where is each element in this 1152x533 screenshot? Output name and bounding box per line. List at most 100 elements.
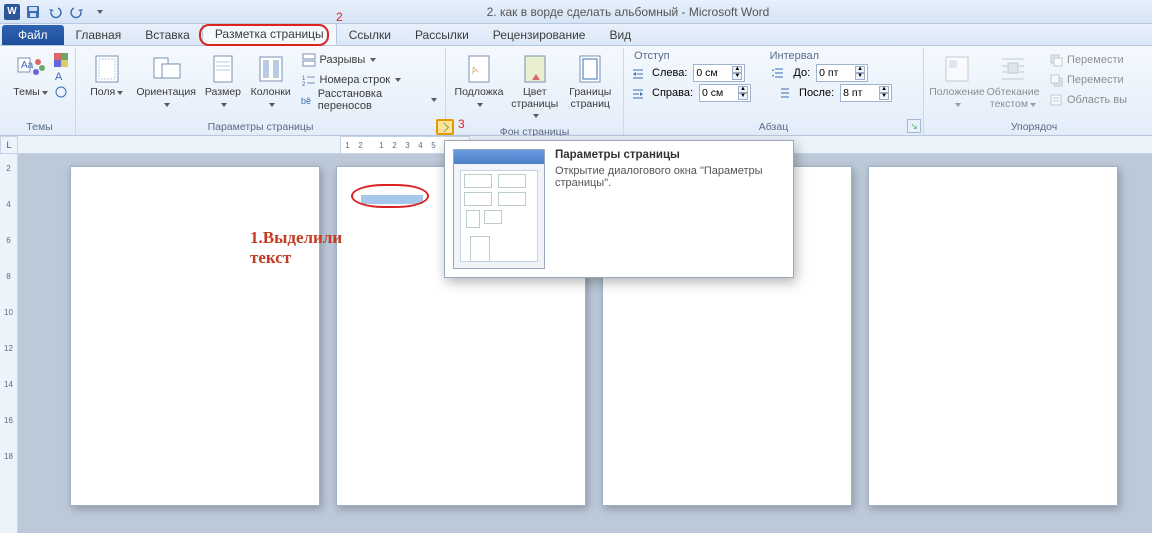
breaks-icon	[301, 52, 317, 68]
qat-customize-icon[interactable]	[90, 3, 108, 21]
position-label: Положение	[929, 86, 985, 98]
tab-insert[interactable]: Вставка	[133, 25, 202, 45]
bring-forward-label: Перемести	[1067, 54, 1124, 66]
spacing-before-label: До:	[793, 67, 810, 79]
line-numbers-icon: 12	[301, 72, 317, 88]
margins-button[interactable]: Поля	[82, 50, 131, 102]
indent-left-icon	[630, 65, 646, 81]
ruler-corner: L	[0, 136, 18, 154]
group-page-setup-label: Параметры страницы	[82, 120, 439, 135]
save-icon[interactable]	[24, 3, 42, 21]
tab-review[interactable]: Рецензирование	[481, 25, 598, 45]
title-bar: W 2. как в ворде сделать альбомный - Mic…	[0, 0, 1152, 24]
wrap-text-button[interactable]: Обтеканиетекстом	[986, 50, 1040, 113]
annotation-box-2	[199, 24, 329, 46]
themes-icon: Aa	[15, 53, 47, 85]
selection-pane-label: Область вы	[1067, 94, 1127, 106]
orientation-icon	[150, 53, 182, 85]
window-title: 2. как в ворде сделать альбомный - Micro…	[108, 5, 1148, 19]
selection-pane-button[interactable]: Область вы	[1046, 90, 1129, 110]
size-icon	[207, 53, 239, 85]
spacing-before-input[interactable]: 0 пт▲▼	[816, 64, 868, 82]
send-backward-button[interactable]: Перемести	[1046, 70, 1129, 90]
spacing-after-icon	[777, 85, 793, 101]
group-page-setup: Поля Ориентация Размер Колонки Разрывы	[76, 48, 446, 135]
bring-forward-button[interactable]: Перемести	[1046, 50, 1129, 70]
group-themes: Aa Темы A Темы	[4, 48, 76, 135]
page-borders-label-1: Границы	[569, 86, 611, 98]
quick-access-toolbar: W	[4, 3, 108, 21]
tab-view[interactable]: Вид	[597, 25, 643, 45]
indent-left-value: 0 см	[696, 67, 717, 79]
paragraph-launcher[interactable]: ↘	[907, 119, 921, 133]
indent-left-input[interactable]: 0 см▲▼	[693, 64, 745, 82]
position-icon	[941, 53, 973, 85]
spacing-after-input[interactable]: 8 пт▲▼	[840, 84, 892, 102]
page-setup-launcher[interactable]	[436, 119, 454, 135]
selection-pane-icon	[1048, 92, 1064, 108]
page-color-label-2: страницы	[511, 98, 558, 110]
theme-fonts-icon[interactable]: A	[53, 68, 69, 84]
themes-label: Темы	[13, 86, 39, 98]
watermark-label: Подложка	[455, 86, 504, 98]
line-numbers-label: Номера строк	[320, 74, 391, 86]
theme-colors-icon[interactable]	[53, 52, 69, 68]
tab-file[interactable]: Файл	[2, 25, 64, 45]
undo-icon[interactable]	[46, 3, 64, 21]
redo-icon[interactable]	[68, 3, 86, 21]
columns-button[interactable]: Колонки	[247, 50, 295, 113]
hyphenation-label: Расстановка переносов	[318, 88, 426, 112]
indent-right-input[interactable]: 0 см▲▼	[699, 84, 751, 102]
svg-text:2: 2	[302, 82, 306, 87]
page-borders-label-2: страниц	[571, 98, 610, 110]
page-4[interactable]	[868, 166, 1118, 506]
breaks-button[interactable]: Разрывы	[299, 50, 440, 70]
spacing-heading: Интервал	[770, 50, 819, 62]
group-paragraph: Отступ Интервал Слева: 0 см▲▼ До: 0 пт▲▼…	[624, 48, 924, 135]
tab-mailings[interactable]: Рассылки	[403, 25, 481, 45]
page-color-button[interactable]: Цветстраницы	[508, 50, 562, 125]
line-numbers-button[interactable]: 12 Номера строк	[299, 70, 440, 90]
send-backward-label: Перемести	[1067, 74, 1124, 86]
annotation-number-3: 3	[458, 117, 465, 131]
tab-references[interactable]: Ссылки	[337, 25, 403, 45]
indent-right-icon	[630, 85, 646, 101]
watermark-button[interactable]: A Подложка	[452, 50, 506, 113]
page-borders-icon	[574, 53, 606, 85]
indent-right-label: Справа:	[652, 87, 693, 99]
screentip-title: Параметры страницы	[555, 149, 785, 161]
page-borders-button[interactable]: Границыстраниц	[564, 50, 618, 113]
page-color-label-1: Цвет	[523, 86, 547, 98]
annotation-ellipse-1	[351, 184, 429, 208]
columns-label: Колонки	[251, 86, 291, 98]
spacing-before-icon	[771, 65, 787, 81]
wrap-text-icon	[997, 53, 1029, 85]
group-arrange: Положение Обтеканиетекстом Перемести Пер…	[924, 48, 1144, 135]
wrap-label-2: текстом	[990, 98, 1028, 110]
orientation-label: Ориентация	[136, 86, 196, 98]
svg-text:bê: bê	[301, 96, 311, 106]
size-button[interactable]: Размер	[201, 50, 245, 113]
themes-button[interactable]: Aa Темы	[10, 50, 51, 102]
send-backward-icon	[1048, 72, 1064, 88]
orientation-button[interactable]: Ориентация	[133, 50, 199, 113]
tab-home[interactable]: Главная	[64, 25, 134, 45]
vertical-ruler[interactable]: 2 4 6 8 10 12 14 16 18	[0, 154, 18, 533]
hyphenation-icon: bê	[301, 92, 315, 108]
screentip-preview-image	[453, 149, 545, 269]
ribbon-tabs: Файл Главная Вставка Разметка страницы С…	[0, 24, 1152, 46]
spacing-before-value: 0 пт	[819, 67, 838, 79]
page-1[interactable]	[70, 166, 320, 506]
annotation-text-1: 1.Выделили текст	[250, 228, 342, 267]
spacing-after-label: После:	[799, 87, 834, 99]
position-button[interactable]: Положение	[930, 50, 984, 113]
ribbon: Aa Темы A Темы Поля Ориентация Разм	[0, 46, 1152, 136]
annotation-number-2: 2	[336, 10, 343, 24]
theme-effects-icon[interactable]	[53, 84, 69, 100]
hyphenation-button[interactable]: bê Расстановка переносов	[299, 90, 440, 110]
svg-text:Aa: Aa	[21, 60, 34, 71]
svg-text:A: A	[55, 71, 63, 83]
wrap-label-1: Обтекание	[987, 86, 1040, 98]
watermark-icon: A	[463, 53, 495, 85]
screentip-page-setup: Параметры страницы Открытие диалогового …	[444, 140, 794, 278]
